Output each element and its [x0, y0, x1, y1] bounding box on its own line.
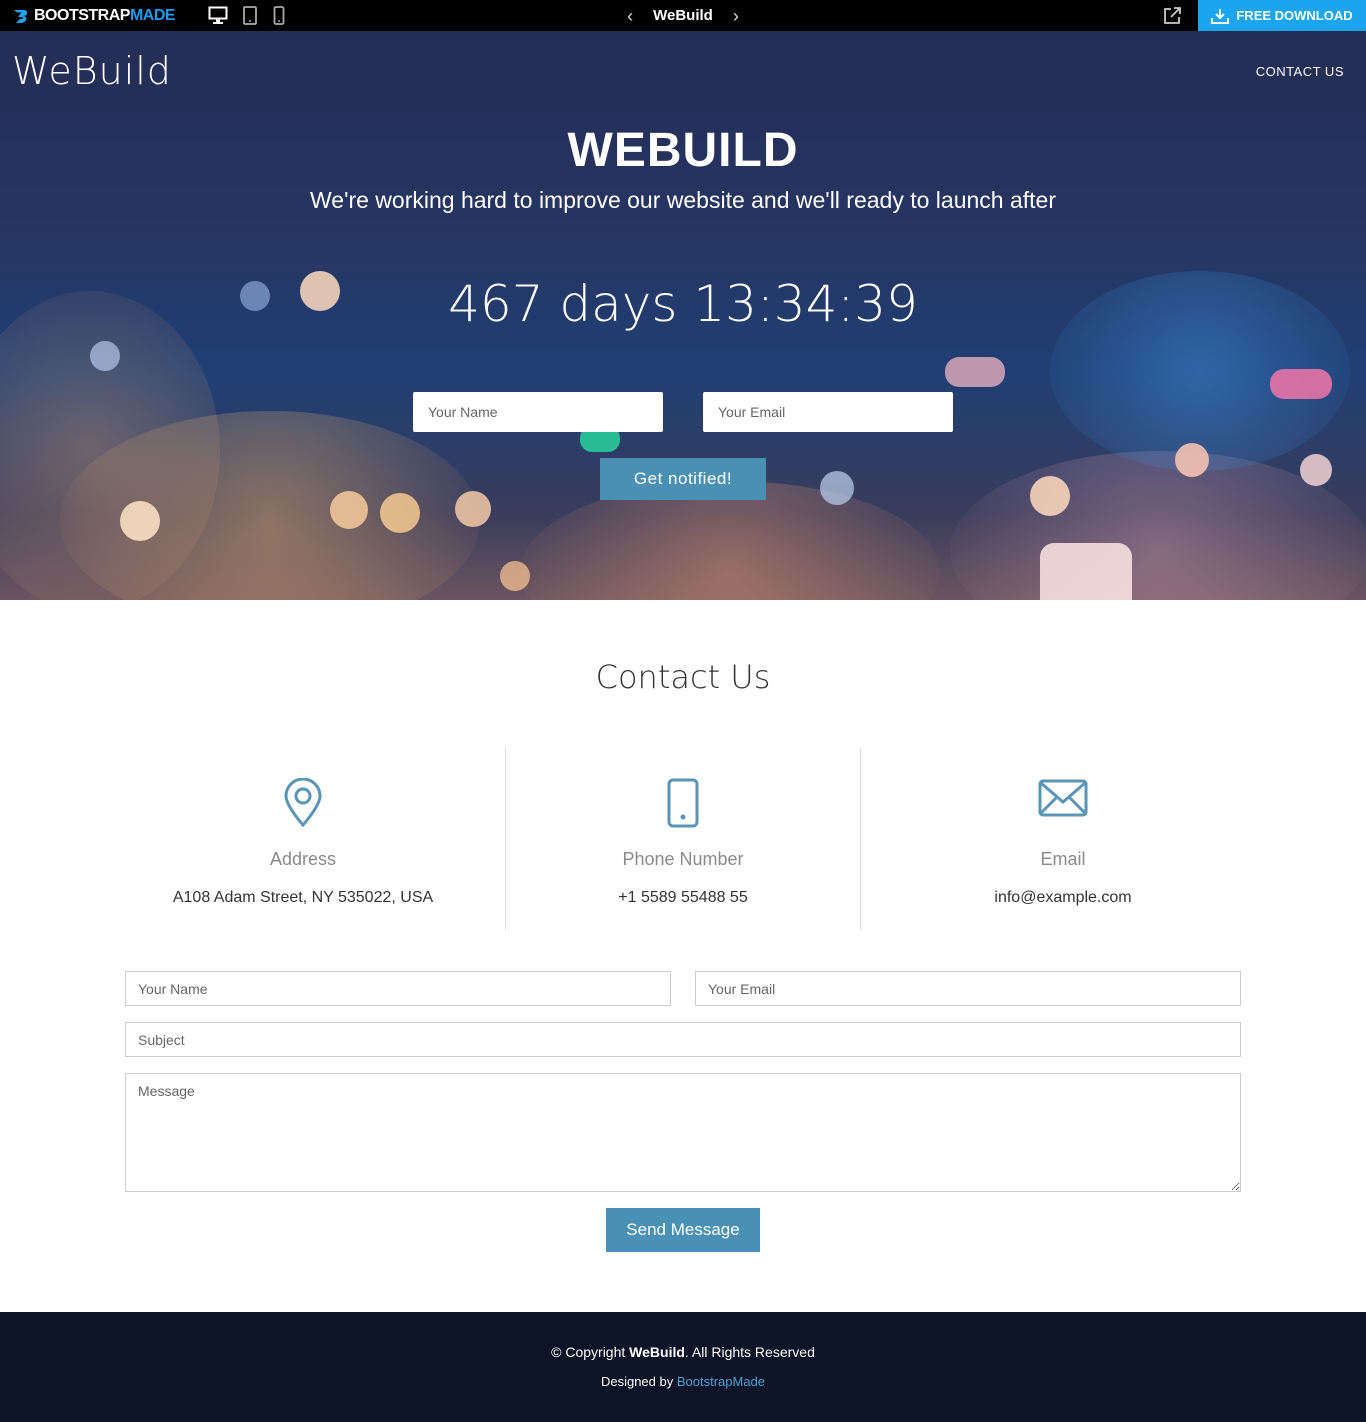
- contact-subject-field[interactable]: [125, 1022, 1241, 1057]
- footer: © Copyright WeBuild. All Rights Reserved…: [0, 1312, 1366, 1422]
- copyright-brand: WeBuild: [629, 1344, 685, 1360]
- address-value: A108 Adam Street, NY 535022, USA: [172, 889, 434, 906]
- designed-by-text: Designed by BootstrapMade: [0, 1374, 1366, 1389]
- free-download-button[interactable]: FREE DOWNLOAD: [1198, 0, 1366, 31]
- email-label: Email: [1040, 849, 1086, 869]
- get-notified-button[interactable]: Get notified!: [600, 458, 766, 500]
- address-info: Address A108 Adam Street, NY 535022, USA: [125, 748, 481, 930]
- template-title: WeBuild: [653, 7, 713, 24]
- contact-message-field[interactable]: [125, 1073, 1241, 1192]
- hero-subtitle: We're working hard to improve our websit…: [309, 187, 1056, 213]
- map-pin-icon: [125, 778, 481, 828]
- external-link-icon[interactable]: [1162, 6, 1182, 30]
- contact-email-field[interactable]: [695, 971, 1241, 1006]
- phone-info: Phone Number +1 5589 55488 55: [506, 748, 860, 930]
- contact-name-field[interactable]: [125, 971, 671, 1006]
- hero-title: WEBUILD: [567, 124, 799, 177]
- prev-template-icon[interactable]: ‹: [627, 7, 633, 25]
- phone-label: Phone Number: [622, 849, 744, 869]
- send-message-button[interactable]: Send Message: [606, 1208, 760, 1252]
- contact-title: Contact Us: [595, 658, 771, 696]
- phone-value: +1 5589 55488 55: [618, 889, 748, 906]
- nav-contact-us[interactable]: CONTACT US: [1256, 64, 1344, 79]
- email-value: info@example.com: [994, 889, 1132, 906]
- countdown-timer: 467 days 13:34:39: [448, 275, 918, 333]
- address-label: Address: [269, 849, 337, 869]
- next-template-icon[interactable]: ›: [733, 7, 739, 25]
- designed-prefix: Designed by: [600, 1374, 674, 1389]
- free-download-label: FREE DOWNLOAD: [1236, 8, 1353, 23]
- download-icon: [1211, 8, 1230, 24]
- email-info: Email info@example.com: [861, 748, 1265, 930]
- hero-section: WeBuild CONTACT US WEBUILD We're working…: [0, 31, 1366, 600]
- preview-topbar: BOOTSTRAP MADE ‹ WeBuild › FREE DOWNLOAD: [0, 0, 1366, 31]
- envelope-icon: [861, 778, 1265, 818]
- copyright-prefix: © Copyright: [551, 1344, 626, 1360]
- phone-icon: [506, 778, 860, 828]
- hero-name-input[interactable]: [413, 392, 663, 432]
- site-brand[interactable]: WeBuild: [12, 49, 172, 93]
- copyright-text: © Copyright WeBuild. All Rights Reserved: [0, 1344, 1366, 1360]
- hero-email-input[interactable]: [703, 392, 953, 432]
- bootstrapmade-link[interactable]: BootstrapMade: [677, 1374, 765, 1389]
- copyright-suffix: . All Rights Reserved: [684, 1344, 815, 1360]
